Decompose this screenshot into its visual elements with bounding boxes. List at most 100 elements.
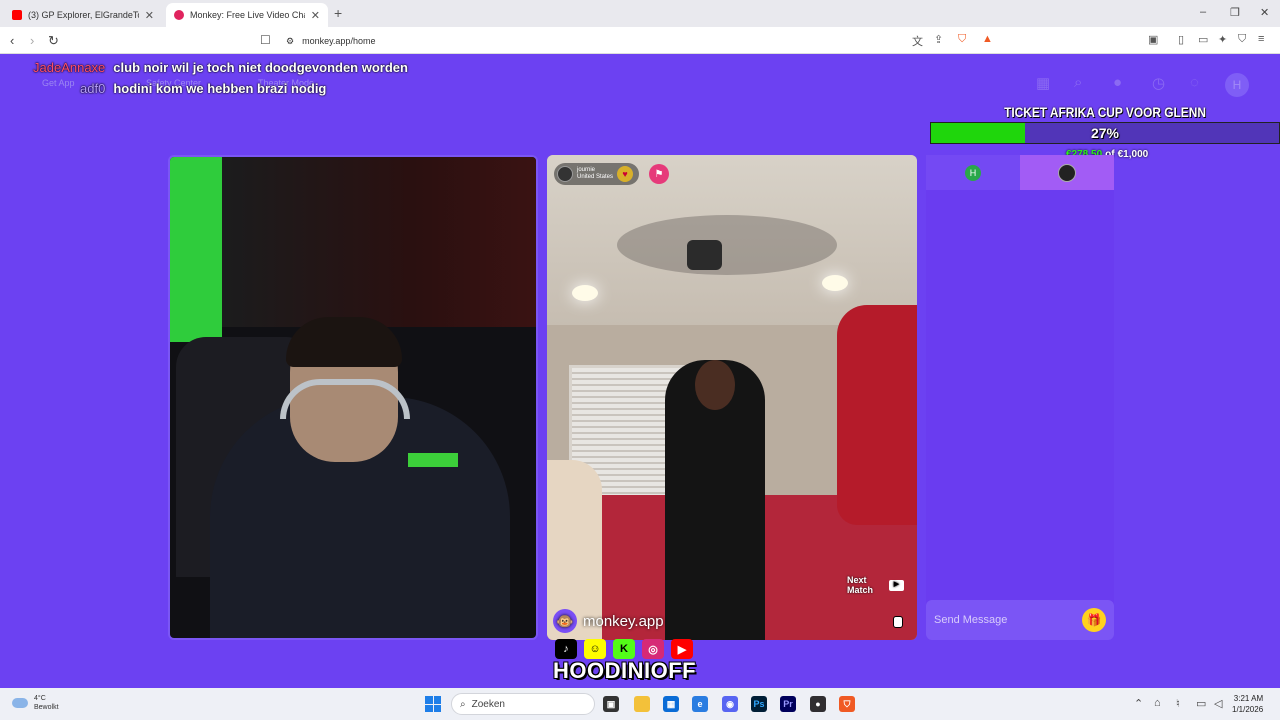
network-icon[interactable]: ⌂	[1154, 697, 1161, 709]
chat-user: adf0	[80, 81, 106, 96]
globe-icon[interactable]: ●	[1113, 74, 1122, 91]
search-icon: ⌕	[460, 698, 466, 710]
kick-icon: K	[613, 639, 635, 659]
peer-video: journie United States ♥ ⚑ Next Match ▶ 🐵…	[547, 155, 917, 640]
task-view-icon[interactable]: ▣	[603, 696, 619, 712]
next-match-button[interactable]: Next Match ▶	[847, 575, 904, 595]
file-explorer-icon[interactable]	[634, 696, 650, 712]
clock-date: 1/1/2026	[1232, 705, 1264, 714]
taskbar-search[interactable]: ⌕ Zoeken	[451, 693, 595, 715]
brave-shield-icon[interactable]: ⛉	[958, 33, 966, 46]
ceiling-fan	[617, 215, 837, 275]
leo-icon[interactable]: ✦	[1218, 33, 1227, 46]
get-app-link[interactable]: Get App	[42, 78, 75, 88]
browser-tab-bar: (3) GP Explorer, ElGrandeToto, Zed, L ✕ …	[0, 0, 1280, 27]
monkey-brand: 🐵 monkey.app	[553, 609, 664, 633]
peer-info: journie United States	[577, 167, 613, 181]
vpn-icon[interactable]: ▣	[1148, 33, 1158, 46]
chat-panel: H 🎁	[926, 155, 1114, 640]
avatar[interactable]: H	[1225, 73, 1249, 97]
clock[interactable]: 3:21 AM 1/1/2026	[1232, 693, 1263, 715]
heart-icon[interactable]: ♥	[617, 166, 634, 182]
peer-avatar	[557, 166, 573, 182]
close-icon[interactable]: ✕	[311, 9, 320, 22]
back-icon[interactable]: ‹	[10, 33, 14, 48]
shield-icon[interactable]: ⛉	[1238, 33, 1246, 46]
ceiling-light	[822, 275, 848, 291]
url-field[interactable]: ⚙ monkey.app/home	[286, 32, 896, 50]
edge-icon[interactable]: e	[692, 696, 708, 712]
peer-username: journie	[577, 167, 596, 173]
close-window-button[interactable]: ✕	[1260, 6, 1269, 19]
send-message-input[interactable]	[934, 614, 1082, 626]
snapchat-icon: ☺	[584, 639, 606, 659]
chat-icon[interactable]: ◌	[1190, 74, 1199, 91]
socials-bar: ♪ ☺ K ◎ ▶	[555, 639, 693, 659]
shop-icon[interactable]: ▦	[1036, 74, 1050, 92]
search-icon[interactable]: ⌕	[1074, 74, 1082, 91]
store-icon[interactable]: ▦	[663, 696, 679, 712]
brand-text: monkey.app	[583, 612, 664, 630]
next-match-label: Next Match	[847, 575, 874, 595]
chat-text: club noir wil je toch niet doodgevonden …	[113, 60, 408, 75]
report-button[interactable]: ⚑	[649, 164, 669, 184]
close-icon[interactable]: ✕	[145, 9, 154, 22]
chat-message: JadeAnnaxe club noir wil je toch niet do…	[33, 60, 408, 75]
site-info-icon[interactable]: ⚙	[286, 36, 294, 47]
goal-target: €1,000	[1117, 149, 1149, 160]
tab-youtube[interactable]: (3) GP Explorer, ElGrandeToto, Zed, L ✕	[4, 3, 162, 27]
cloud-icon	[12, 698, 28, 708]
brave-icon[interactable]: ⛉	[839, 696, 855, 712]
start-button[interactable]	[425, 696, 441, 712]
tab-monkey[interactable]: Monkey: Free Live Video Chat ✕	[166, 3, 328, 27]
premiere-icon[interactable]: Pr	[780, 696, 796, 712]
clock-time: 3:21 AM	[1233, 694, 1264, 703]
search-label: Zoeken	[471, 698, 505, 710]
fan-hub	[687, 240, 722, 270]
sidebar-icon[interactable]: ▯	[1178, 33, 1184, 46]
rewards-icon[interactable]: ▲	[982, 33, 993, 45]
background-wall	[170, 157, 222, 342]
tab-title: (3) GP Explorer, ElGrandeToto, Zed, L	[28, 10, 139, 20]
address-bar: ‹ › ↻ ☐ ⚙ monkey.app/home 文 ⇪ ⛉ ▲ ▣ ▯ ▭ …	[0, 27, 1280, 54]
person-red-hoodie	[837, 305, 917, 525]
reload-icon[interactable]: ↻	[48, 33, 59, 49]
goal-title: TICKET AFRIKA CUP VOOR GLENN	[1004, 104, 1206, 120]
obs-icon[interactable]: ●	[810, 696, 826, 712]
goal-percent: 27%	[1090, 125, 1120, 141]
gift-icon[interactable]: 🎁	[1082, 608, 1106, 632]
history-icon[interactable]: ◷	[1152, 74, 1165, 92]
chat-text: hodini kom we hebben brazi nodig	[113, 81, 327, 96]
youtube-icon	[12, 10, 22, 20]
streamer-hair	[286, 317, 402, 367]
volume-icon[interactable]: ◁	[1214, 697, 1222, 710]
weather-widget[interactable]: 4°C Bewolkt	[12, 694, 59, 712]
discord-icon[interactable]: ◉	[722, 696, 738, 712]
tab-peer[interactable]	[1020, 155, 1114, 190]
headset	[280, 379, 410, 419]
share-icon[interactable]: ⇪	[934, 33, 943, 46]
wallet-icon[interactable]: ▭	[1198, 33, 1208, 46]
tab-self[interactable]: H	[926, 155, 1020, 190]
chat-user: JadeAnnaxe	[33, 60, 106, 75]
display-icon[interactable]: ▭	[1196, 697, 1206, 710]
chevron-up-icon[interactable]: ⌃	[1134, 697, 1143, 710]
new-tab-button[interactable]: +	[334, 5, 342, 21]
monkey-page: Get App Safety Center Theater Mode ▦ ⌕ ●…	[0, 54, 1280, 688]
microphone-icon[interactable]: ♮	[1176, 697, 1180, 710]
bookmark-icon[interactable]: ☐	[260, 33, 271, 47]
minimize-button[interactable]: –	[1200, 6, 1206, 18]
self-avatar: H	[965, 164, 981, 181]
monkey-favicon-icon	[174, 10, 184, 20]
photoshop-icon[interactable]: Ps	[751, 696, 767, 712]
peer-avatar-small	[1058, 163, 1076, 182]
maximize-button[interactable]: ❐	[1230, 6, 1240, 19]
url-text: monkey.app/home	[302, 36, 376, 46]
forward-icon[interactable]: ›	[30, 33, 34, 48]
goal-progress-bar: 27%	[930, 122, 1280, 144]
monkey-logo-icon: 🐵	[553, 609, 577, 633]
peer-user-badge[interactable]: journie United States ♥	[554, 163, 640, 185]
translate-icon[interactable]: 文	[912, 33, 923, 49]
cursor-icon	[893, 616, 903, 628]
menu-icon[interactable]: ≡	[1258, 33, 1264, 45]
